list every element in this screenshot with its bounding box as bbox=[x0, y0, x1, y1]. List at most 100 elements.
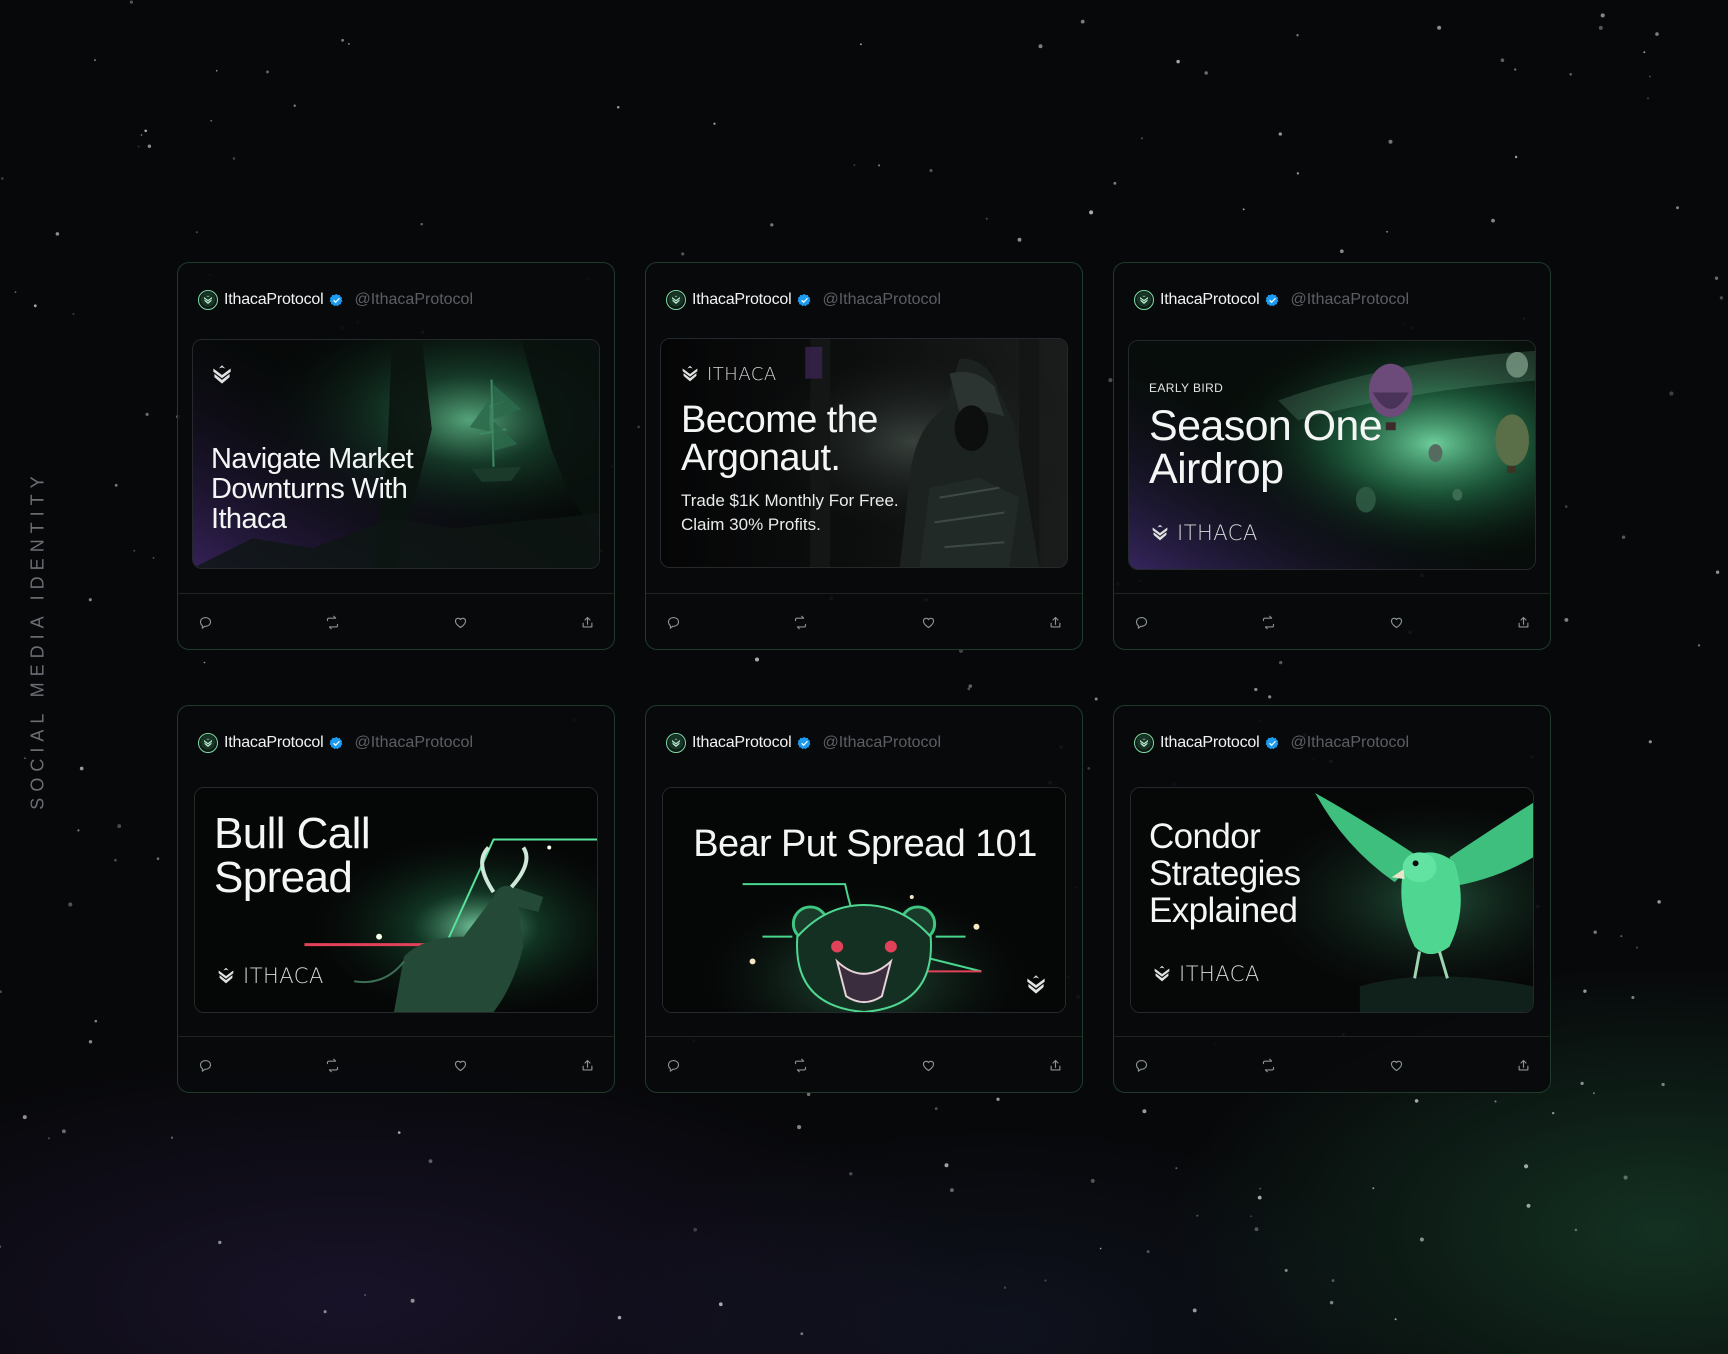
star bbox=[1038, 44, 1043, 49]
star bbox=[967, 687, 971, 691]
reply-icon[interactable] bbox=[666, 615, 682, 631]
share-icon[interactable] bbox=[1516, 615, 1532, 631]
retweet-icon[interactable] bbox=[1261, 1058, 1277, 1074]
reply-icon[interactable] bbox=[1134, 1058, 1150, 1074]
star bbox=[1514, 68, 1517, 71]
tweet-card[interactable]: IthacaProtocol @IthacaProtocol bbox=[1113, 262, 1551, 650]
star bbox=[77, 829, 80, 832]
handle[interactable]: @IthacaProtocol bbox=[822, 291, 941, 309]
share-icon[interactable] bbox=[580, 1058, 596, 1074]
star bbox=[1242, 208, 1245, 211]
display-name[interactable]: IthacaProtocol bbox=[692, 291, 792, 309]
like-icon[interactable] bbox=[1389, 1058, 1405, 1074]
retweet-icon[interactable] bbox=[325, 615, 341, 631]
star bbox=[718, 1302, 723, 1307]
tweet-media-image[interactable]: Navigate Market Downturns With Ithaca bbox=[192, 339, 600, 569]
avatar[interactable] bbox=[1134, 733, 1154, 753]
display-name[interactable]: IthacaProtocol bbox=[692, 734, 792, 752]
ithaca-logo-icon bbox=[218, 967, 234, 984]
star bbox=[55, 232, 60, 236]
avatar[interactable] bbox=[198, 290, 218, 310]
verified-icon bbox=[798, 736, 811, 749]
avatar[interactable] bbox=[666, 733, 686, 753]
star bbox=[410, 1298, 415, 1303]
display-name[interactable]: IthacaProtocol bbox=[224, 734, 324, 752]
share-icon[interactable] bbox=[1048, 1058, 1064, 1074]
reply-icon[interactable] bbox=[198, 615, 214, 631]
retweet-icon[interactable] bbox=[1261, 615, 1277, 631]
share-icon[interactable] bbox=[1048, 615, 1064, 631]
brand-lockup: ITHACA bbox=[1151, 962, 1260, 986]
star bbox=[117, 824, 122, 829]
avatar[interactable] bbox=[198, 733, 218, 753]
star bbox=[1090, 1178, 1095, 1183]
star bbox=[215, 69, 218, 72]
like-icon[interactable] bbox=[453, 1058, 469, 1074]
star bbox=[859, 43, 862, 46]
brand-lockup: ITHACA bbox=[215, 964, 324, 988]
star bbox=[878, 164, 881, 167]
tweet-media-image[interactable]: Bear Put Spread 101 bbox=[662, 787, 1066, 1013]
display-name[interactable]: IthacaProtocol bbox=[1160, 734, 1260, 752]
display-name[interactable]: IthacaProtocol bbox=[1160, 291, 1260, 309]
star bbox=[47, 1137, 50, 1140]
retweet-icon[interactable] bbox=[325, 1058, 341, 1074]
avatar[interactable] bbox=[1134, 290, 1154, 310]
like-icon[interactable] bbox=[453, 615, 469, 631]
share-icon[interactable] bbox=[1516, 1058, 1532, 1074]
tweet-media-image[interactable]: EARLY BIRD Season One Airdrop ITHACA bbox=[1128, 340, 1536, 570]
star bbox=[1296, 34, 1299, 37]
tweet-card[interactable]: IthacaProtocol @IthacaProtocol bbox=[645, 705, 1083, 1093]
handle[interactable]: @IthacaProtocol bbox=[822, 734, 941, 752]
star bbox=[14, 291, 17, 293]
tweet-actions bbox=[1134, 1056, 1532, 1076]
tweet-actions bbox=[198, 1056, 596, 1076]
reply-icon[interactable] bbox=[1134, 615, 1150, 631]
display-name[interactable]: IthacaProtocol bbox=[224, 291, 324, 309]
handle[interactable]: @IthacaProtocol bbox=[1290, 291, 1409, 309]
handle[interactable]: @IthacaProtocol bbox=[354, 734, 473, 752]
tweet-card[interactable]: IthacaProtocol @IthacaProtocol bbox=[177, 705, 615, 1093]
tweet-card[interactable]: IthacaProtocol @IthacaProtocol bbox=[645, 262, 1083, 650]
star bbox=[195, 231, 199, 234]
star bbox=[147, 144, 152, 149]
media-headline: Bear Put Spread 101 bbox=[693, 823, 1037, 865]
handle[interactable]: @IthacaProtocol bbox=[354, 291, 473, 309]
star bbox=[1648, 740, 1652, 744]
ithaca-logo-icon bbox=[682, 365, 698, 382]
media-subline: Claim 30% Profits. bbox=[681, 515, 821, 534]
star bbox=[114, 858, 117, 862]
star bbox=[1094, 697, 1098, 701]
star bbox=[72, 312, 75, 315]
retweet-icon[interactable] bbox=[793, 615, 809, 631]
star bbox=[156, 857, 160, 861]
star bbox=[0, 177, 4, 180]
star bbox=[218, 1240, 222, 1245]
handle[interactable]: @IthacaProtocol bbox=[1290, 734, 1409, 752]
star bbox=[68, 902, 73, 907]
star bbox=[1192, 1308, 1197, 1313]
star bbox=[849, 1172, 853, 1176]
share-icon[interactable] bbox=[580, 615, 596, 631]
reply-icon[interactable] bbox=[198, 1058, 214, 1074]
media-headline: Bull Call Spread bbox=[214, 809, 371, 902]
star bbox=[1494, 1100, 1497, 1103]
star bbox=[1649, 75, 1651, 78]
star bbox=[1372, 1187, 1375, 1190]
tweet-card[interactable]: IthacaProtocol @IthacaProtocol bbox=[177, 262, 615, 650]
retweet-icon[interactable] bbox=[793, 1058, 809, 1074]
star bbox=[1635, 946, 1639, 949]
tweet-media-image[interactable]: Condor Strategies Explained ITHACA bbox=[1130, 787, 1534, 1013]
tweet-media-image[interactable]: Bull Call Spread ITHACA bbox=[194, 787, 598, 1013]
star bbox=[1279, 660, 1283, 665]
bear-artwork bbox=[663, 788, 1065, 1012]
verified-icon bbox=[1266, 293, 1279, 306]
like-icon[interactable] bbox=[921, 1058, 937, 1074]
reply-icon[interactable] bbox=[666, 1058, 682, 1074]
avatar[interactable] bbox=[666, 290, 686, 310]
tweet-media-image[interactable]: ITHACA Become the Argonaut. Trade $1K Mo… bbox=[660, 338, 1068, 568]
like-icon[interactable] bbox=[1389, 615, 1405, 631]
tweet-card[interactable]: IthacaProtocol @IthacaProtocol bbox=[1113, 705, 1551, 1093]
like-icon[interactable] bbox=[921, 615, 937, 631]
divider bbox=[646, 1036, 1082, 1037]
